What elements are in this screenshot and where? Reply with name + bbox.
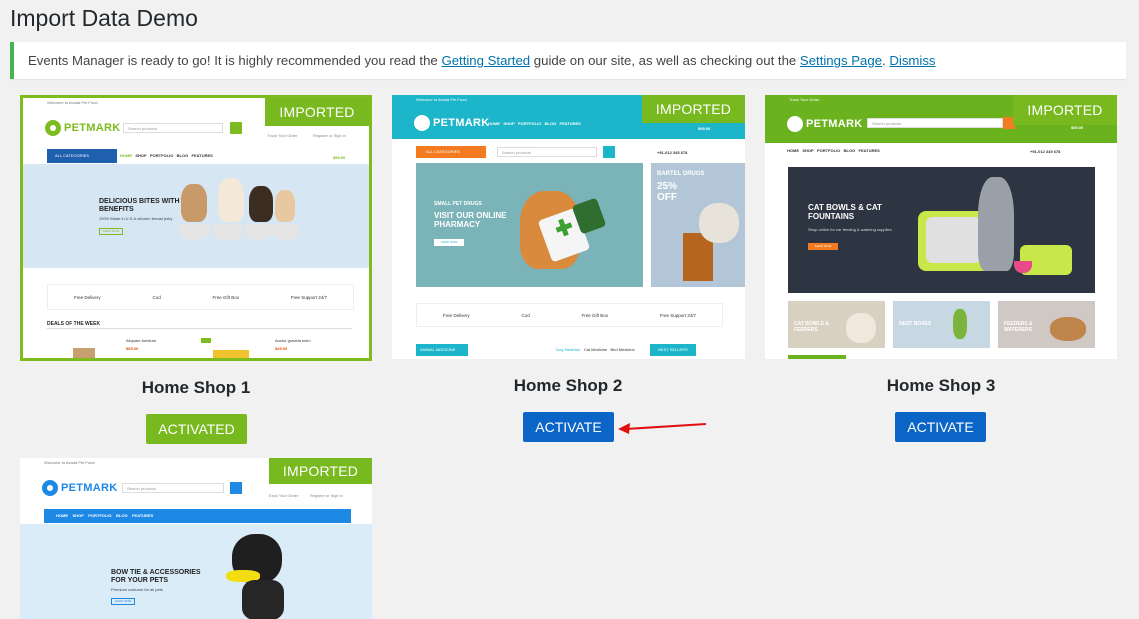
preview-track: Track Your Order [267,133,298,138]
demo-title: Home Shop 1 [141,378,251,397]
preview-hero-3: CAT BOWLS & CAT FOUNTAINS Shop online fo… [788,167,1095,293]
preview-best-sellers: BEST SELLERS [650,344,696,356]
demo-title: Home Shop 2 [513,376,623,395]
preview-phone: +91-012 345 678 [657,150,688,155]
preview-search-button [230,482,242,494]
preview-register: Register or Sign in [313,133,346,138]
preview-nav: HOME SHOP PORTFOLIO BLOG FEATURES [488,121,581,126]
dismiss-link[interactable]: Dismiss [889,53,935,68]
preview-nav-categories: ALL CATEGORIES [47,149,117,163]
preview-deals-title: DEALS OF THE WEEK [47,321,101,327]
demo-thumbnail-home-shop-2[interactable]: IMPORTED Welcome to Avada Pet Food PETMA… [392,95,745,359]
petmark-logo: PETMARK [45,120,121,136]
preview-hero-4: BOW TIE & ACCESSORIES FOR YOUR PETS Prem… [20,524,372,619]
demo-thumbnail-home-shop-1[interactable]: IMPORTED Welcome to Avada Pet Food PETMA… [20,95,372,361]
petmark-logo: PETMARK [414,115,490,131]
preview-features: Free Delivery Cod Free Gift Box Free Suppor… [416,303,723,327]
activate-button-home-shop-2[interactable]: ACTIVATE [523,412,614,442]
petmark-logo: PETMARK [42,480,118,496]
preview-phone: +91-012 345 678 [1030,149,1061,154]
preview-nav: HOME SHOP PORTFOLIO BLOG FEATURES [44,509,351,523]
getting-started-link[interactable]: Getting Started [441,53,530,68]
preview-cart-total: $95.00 [698,126,711,131]
preview-banner-3c: FEEDERS & WATERERS [998,301,1095,348]
preview-search-button [230,122,242,134]
preview-search: Search products [867,118,1003,128]
activated-button[interactable]: ACTIVATED [146,414,247,444]
preview-cart-total: $95.00 [1071,125,1084,130]
preview-side-banner-2: BARTEL DRUGS 25% OFF [651,163,745,287]
preview-cart-total: $95.00 [333,155,346,160]
preview-banner-3a: CAT BOWLS & FEEDERS [788,301,885,348]
notice-text-middle: guide on our site, as well as checking o… [530,53,800,68]
preview-banner-3b: NEST BOXES [893,301,990,348]
notice-text: Events Manager is ready to go! It is hig… [28,53,442,68]
petmark-logo: PETMARK [787,116,863,132]
preview-features: Free Delivery Cod Free Gift Box Free Suppor… [47,284,354,310]
preview-search: Search products [497,147,597,157]
preview-nav: HOME SHOP PORTFOLIO BLOG FEATURES [120,153,213,158]
preview-search-button [603,146,615,158]
red-arrow-annotation [618,423,707,434]
preview-search: Search products [123,123,223,133]
preview-register: Register or Sign in [310,493,343,498]
imported-badge: IMPORTED [1013,95,1117,125]
events-manager-notice: Events Manager is ready to go! It is hig… [10,42,1126,79]
preview-hero-1: DELICIOUS BITES WITH BENEFITS 100% Made … [23,164,369,268]
activate-button-home-shop-3[interactable]: ACTIVATE [895,412,986,442]
imported-badge: IMPORTED [642,95,745,123]
preview-animal-medicine: ANIMAL MEDICINE [416,344,468,356]
demo-thumbnail-home-shop-4[interactable]: IMPORTED Welcome to Avada Pet Food PETMA… [20,458,372,619]
imported-badge: IMPORTED [265,98,369,126]
page-title: Import Data Demo [10,5,198,31]
demo-title: Home Shop 3 [886,376,996,395]
imported-badge: IMPORTED [269,458,372,484]
preview-track: Track Your Order [268,493,299,498]
preview-nav-categories: ALL CATEGORIES [416,146,486,158]
demo-thumbnail-home-shop-3[interactable]: IMPORTED Track Your Order PETMARK Search… [765,95,1117,359]
preview-tabs: Dog Medicine Cat Medicine Bird Medicine [556,347,635,352]
preview-hero-2: SMALL PET DRUGS VISIT OUR ONLINE PHARMAC… [416,163,643,287]
preview-search: Search products [122,483,224,493]
preview-nav: HOME SHOP PORTFOLIO BLOG FEATURES [787,148,880,153]
settings-page-link[interactable]: Settings Page [800,53,882,68]
